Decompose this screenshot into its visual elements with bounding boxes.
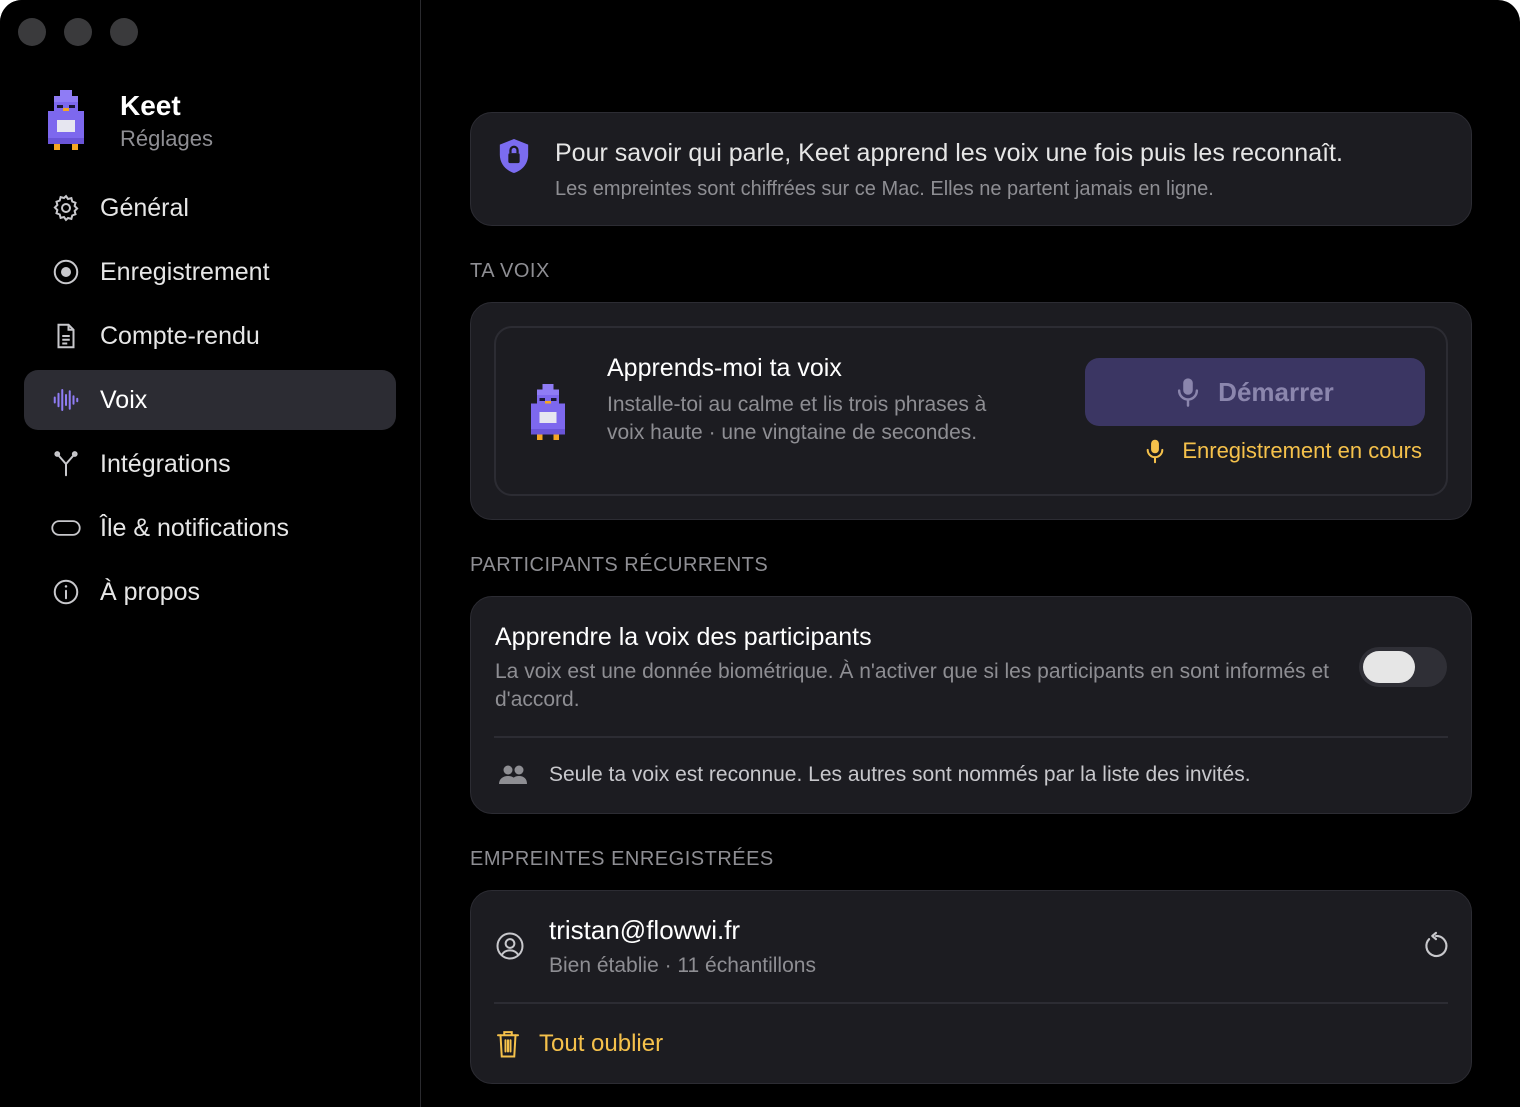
voiceprint-row: tristan@flowwi.fr Bien établie · 11 écha… bbox=[471, 891, 1471, 1003]
sidebar-item-voice[interactable]: Voix bbox=[24, 370, 396, 430]
divider bbox=[494, 736, 1448, 738]
recording-status: Enregistrement en cours bbox=[1146, 438, 1422, 464]
shield-lock-icon bbox=[497, 137, 531, 180]
trash-icon bbox=[495, 1029, 521, 1059]
participants-card: Apprendre la voix des participants La vo… bbox=[470, 596, 1472, 814]
app-logo-icon bbox=[48, 90, 84, 150]
app-subtitle: Réglages bbox=[120, 126, 213, 151]
forget-all-label: Tout oublier bbox=[539, 1030, 664, 1057]
participants-voice-toggle[interactable] bbox=[1359, 647, 1447, 687]
mascot-icon bbox=[531, 384, 565, 440]
forget-all-button[interactable]: Tout oublier bbox=[495, 1029, 663, 1059]
zoom-window-button[interactable] bbox=[110, 18, 138, 46]
section-label-voice: TA VOIX bbox=[470, 260, 550, 282]
start-button[interactable]: Démarrer bbox=[1085, 358, 1425, 426]
sidebar-nav: Général Enregistrement Compte-rendu Voix… bbox=[24, 178, 396, 626]
record-icon bbox=[50, 256, 82, 288]
sidebar: Keet Réglages Général Enregistrement Com… bbox=[0, 0, 421, 1107]
window-controls bbox=[18, 18, 138, 46]
sidebar-item-label: Général bbox=[100, 193, 189, 222]
divider bbox=[494, 1002, 1448, 1004]
participants-description: La voix est une donnée biométrique. À n'… bbox=[495, 660, 1329, 711]
participants-note: Seule ta voix est reconnue. Les autres s… bbox=[549, 763, 1251, 786]
participants-title: Apprendre la voix des participants bbox=[495, 623, 872, 651]
sidebar-item-about[interactable]: À propos bbox=[24, 562, 396, 622]
start-button-label: Démarrer bbox=[1218, 376, 1334, 407]
info-icon bbox=[50, 576, 82, 608]
info-banner: Pour savoir qui parle, Keet apprend les … bbox=[470, 112, 1472, 226]
microphone-icon bbox=[1176, 377, 1200, 407]
user-circle-icon bbox=[495, 931, 525, 961]
voice-training-description: Installe-toi au calme et lis trois phras… bbox=[607, 393, 987, 444]
sidebar-item-recording[interactable]: Enregistrement bbox=[24, 242, 396, 302]
reset-icon[interactable] bbox=[1421, 931, 1451, 961]
voice-card: Apprends-moi ta voix Installe-toi au cal… bbox=[470, 302, 1472, 520]
sidebar-item-label: Enregistrement bbox=[100, 257, 270, 286]
voiceprint-email: tristan@flowwi.fr bbox=[549, 915, 741, 945]
people-icon bbox=[497, 763, 529, 787]
sidebar-item-label: Compte-rendu bbox=[100, 321, 260, 350]
voice-training-title: Apprends-moi ta voix bbox=[607, 354, 842, 382]
sidebar-item-general[interactable]: Général bbox=[24, 178, 396, 238]
sidebar-item-integrations[interactable]: Intégrations bbox=[24, 434, 396, 494]
sidebar-item-label: À propos bbox=[100, 577, 201, 606]
microphone-icon bbox=[1146, 438, 1164, 464]
section-label-participants: PARTICIPANTS RÉCURRENTS bbox=[470, 554, 769, 576]
voice-training-panel: Apprends-moi ta voix Installe-toi au cal… bbox=[494, 326, 1448, 496]
toggle-knob bbox=[1363, 651, 1415, 683]
close-window-button[interactable] bbox=[18, 18, 46, 46]
minimize-window-button[interactable] bbox=[64, 18, 92, 46]
recording-status-label: Enregistrement en cours bbox=[1182, 438, 1422, 463]
waveform-icon bbox=[50, 384, 82, 416]
sidebar-item-label: Île & notifications bbox=[100, 513, 289, 542]
sidebar-item-label: Intégrations bbox=[100, 449, 231, 478]
info-banner-title: Pour savoir qui parle, Keet apprend les … bbox=[555, 139, 1343, 167]
prints-card: tristan@flowwi.fr Bien établie · 11 écha… bbox=[470, 890, 1472, 1084]
app-brand: Keet Réglages bbox=[48, 90, 213, 154]
gear-icon bbox=[50, 192, 82, 224]
sidebar-item-label: Voix bbox=[100, 385, 148, 414]
voiceprint-detail: Bien établie · 11 échantillons bbox=[549, 954, 816, 977]
section-label-prints: EMPREINTES ENREGISTRÉES bbox=[470, 848, 774, 870]
info-banner-subtitle: Les empreintes sont chiffrées sur ce Mac… bbox=[555, 178, 1214, 200]
document-icon bbox=[50, 320, 82, 352]
app-name: Keet bbox=[120, 90, 181, 121]
sidebar-item-island-notifications[interactable]: Île & notifications bbox=[24, 498, 396, 558]
app-window: Keet Réglages Général Enregistrement Com… bbox=[0, 0, 1520, 1107]
integrations-icon bbox=[50, 448, 82, 480]
sidebar-item-summary[interactable]: Compte-rendu bbox=[24, 306, 396, 366]
island-icon bbox=[50, 512, 82, 544]
main-content: Pour savoir qui parle, Keet apprend les … bbox=[422, 0, 1520, 1107]
